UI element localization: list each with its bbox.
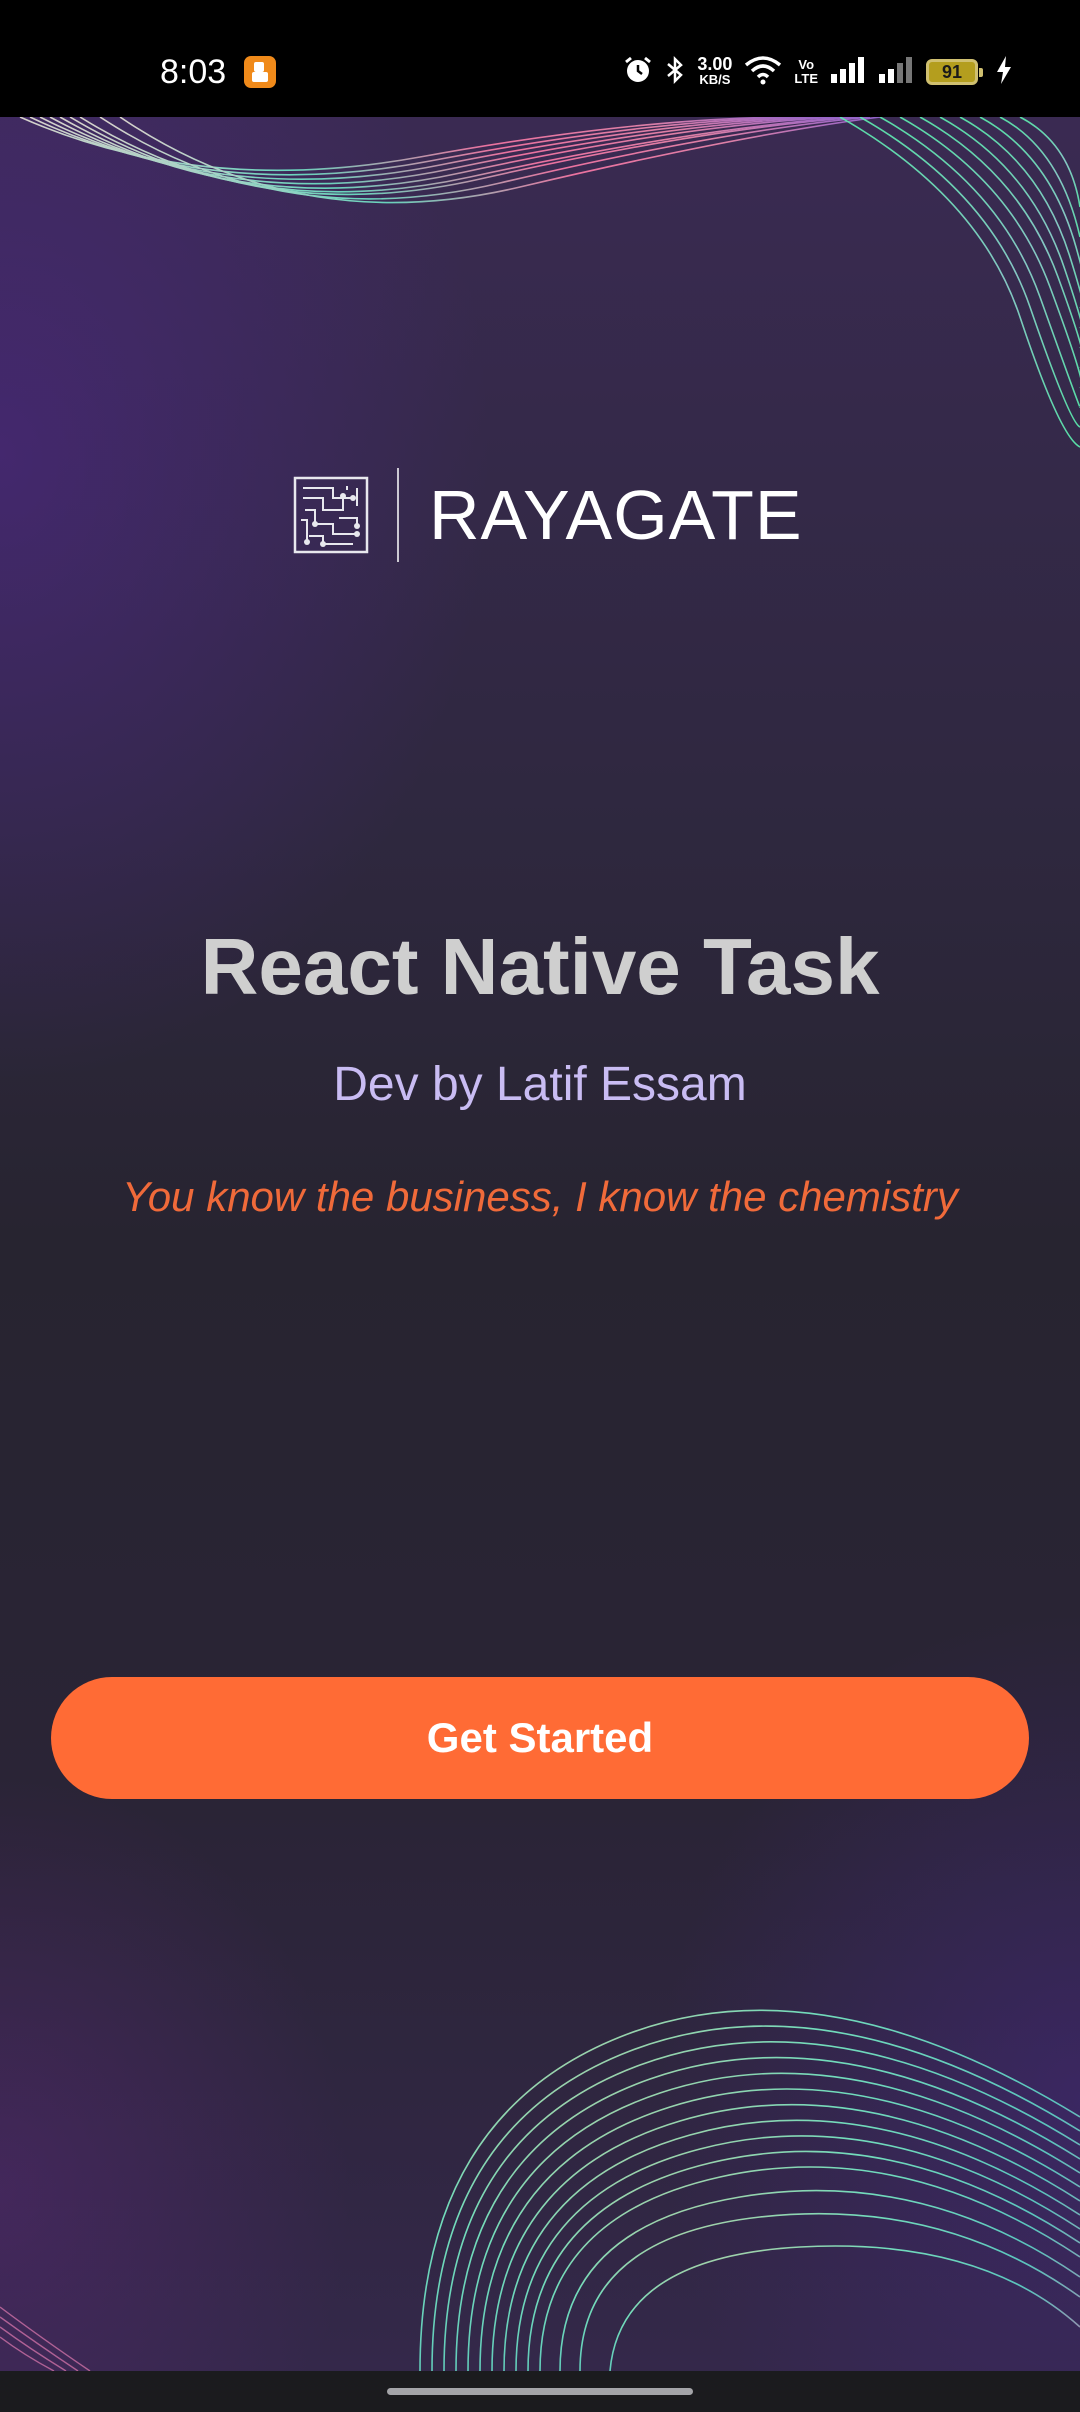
decorative-waves xyxy=(0,117,1080,2371)
signal-icon xyxy=(878,56,914,88)
navigation-bar xyxy=(0,2371,1080,2412)
brand-name: RAYAGATE xyxy=(429,475,803,554)
status-time: 8:03 xyxy=(160,53,227,91)
alarm-icon xyxy=(623,55,653,89)
brand-divider xyxy=(397,467,399,562)
battery-icon: 91 xyxy=(926,59,983,85)
page-title: React Native Task xyxy=(200,922,880,1011)
welcome-screen: RAYAGATE React Native Task Dev by Latif … xyxy=(0,117,1080,2371)
volte-top: Vo xyxy=(798,57,815,72)
notification-app-icon xyxy=(244,56,276,88)
wifi-icon xyxy=(744,55,782,89)
status-bar: 8:03 3.00 KB/S Vo LTE 91 xyxy=(0,0,1080,117)
home-indicator[interactable] xyxy=(387,2388,693,2395)
tagline: You know the business, I know the chemis… xyxy=(122,1173,958,1220)
signal-icon xyxy=(830,56,866,88)
network-speed-unit: KB/S xyxy=(699,72,731,87)
network-speed-value: 3.00 xyxy=(697,54,733,74)
bluetooth-icon xyxy=(665,55,685,89)
screen: 8:03 3.00 KB/S Vo LTE 91 RAYAGATE React … xyxy=(0,0,1080,2412)
brand-header: RAYAGATE xyxy=(293,467,803,562)
volte-icon: Vo LTE xyxy=(794,58,818,86)
circuit-maze-icon xyxy=(293,476,369,554)
status-icons: 3.00 KB/S Vo LTE 91 xyxy=(623,50,1012,94)
volte-bottom: LTE xyxy=(794,71,818,86)
developer-credit: Dev by Latif Essam xyxy=(333,1058,747,1111)
charging-icon xyxy=(996,55,1012,89)
get-started-button[interactable]: Get Started xyxy=(51,1677,1029,1799)
network-speed: 3.00 KB/S xyxy=(697,54,733,88)
